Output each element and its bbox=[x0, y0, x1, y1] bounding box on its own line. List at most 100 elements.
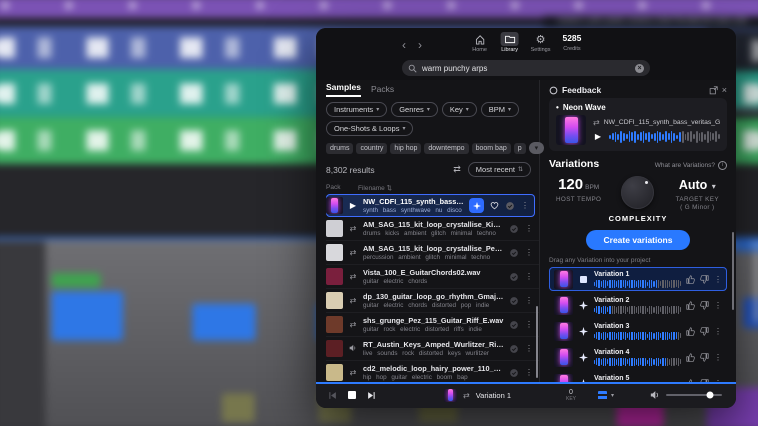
create-variations-icon-button[interactable] bbox=[469, 198, 484, 213]
filter-bpm[interactable]: BPM ▾ bbox=[480, 102, 520, 117]
filter-instruments[interactable]: Instruments ▾ bbox=[326, 102, 388, 117]
sample-row[interactable]: ⇄ dp_130_guitar_loop_go_rhythm_Gmaj.wav … bbox=[326, 289, 539, 313]
variation-row[interactable]: Variation 3 ⋮ bbox=[549, 319, 727, 343]
sample-row[interactable]: ⇄ AM_SAG_115_kit_loop_crystallise_Kick.w… bbox=[326, 217, 539, 241]
variation-waveform[interactable] bbox=[594, 357, 681, 366]
tag-chip[interactable]: hip hop bbox=[390, 142, 422, 154]
search-input[interactable]: warm punchy arps × bbox=[402, 60, 650, 76]
variation-row-active[interactable]: Variation 1 ⋮ bbox=[549, 267, 727, 291]
kebab-menu-icon[interactable]: ⋮ bbox=[714, 301, 722, 310]
nav-forward-button[interactable]: › bbox=[418, 38, 422, 52]
search-clear-button[interactable]: × bbox=[635, 63, 644, 73]
sample-row[interactable]: ⇄ shs_grunge_Pez_115_Guitar_Riff_E.wav g… bbox=[326, 313, 539, 337]
what-are-variations-link[interactable]: What are Variations? i bbox=[655, 161, 727, 170]
thumbs-up-icon[interactable] bbox=[686, 274, 695, 284]
kebab-menu-icon[interactable]: ⋮ bbox=[525, 320, 533, 329]
volume-icon[interactable] bbox=[650, 390, 660, 400]
kebab-menu-icon[interactable]: ⋮ bbox=[525, 248, 533, 257]
sparkle-icon[interactable] bbox=[578, 300, 589, 310]
pack-artwork[interactable] bbox=[326, 220, 343, 237]
pack-artwork[interactable] bbox=[326, 316, 343, 333]
play-icon[interactable]: ▶ bbox=[593, 132, 603, 141]
pack-artwork[interactable] bbox=[326, 292, 343, 309]
heart-icon[interactable] bbox=[490, 201, 499, 210]
tag-chip[interactable]: downtempo bbox=[424, 142, 469, 154]
tab-packs[interactable]: Packs bbox=[371, 84, 394, 97]
loop-icon[interactable]: ⇄ bbox=[463, 391, 470, 400]
tab-samples[interactable]: Samples bbox=[326, 82, 361, 97]
thumbs-down-icon[interactable] bbox=[700, 352, 709, 362]
variation-waveform[interactable] bbox=[594, 331, 681, 340]
thumbs-down-icon[interactable] bbox=[700, 326, 709, 336]
sample-row[interactable]: ⇄ Vista_100_E_GuitarChords02.wav guitar … bbox=[326, 265, 539, 289]
shuffle-icon[interactable]: ⇄ bbox=[453, 164, 461, 175]
previous-icon[interactable] bbox=[328, 391, 337, 400]
kebab-menu-icon[interactable]: ⋮ bbox=[525, 224, 533, 233]
sample-list-scrollbar[interactable] bbox=[536, 306, 538, 378]
column-pack[interactable]: Pack bbox=[326, 184, 358, 192]
filter-key[interactable]: Key ▾ bbox=[441, 102, 477, 117]
kebab-menu-icon[interactable]: ⋮ bbox=[525, 368, 533, 377]
popout-icon[interactable] bbox=[709, 85, 718, 95]
sample-row[interactable]: ⇄ AM_SAG_115_kit_loop_crystallise_Perc.w… bbox=[326, 241, 539, 265]
kebab-menu-icon[interactable]: ⋮ bbox=[525, 296, 533, 305]
stop-icon[interactable] bbox=[578, 275, 589, 283]
nav-back-button[interactable]: ‹ bbox=[402, 38, 406, 52]
sort-dropdown[interactable]: Most recent ⇅ bbox=[467, 162, 531, 177]
kebab-menu-icon[interactable]: ⋮ bbox=[525, 272, 533, 281]
variation-row[interactable]: Variation 4 ⋮ bbox=[549, 345, 727, 369]
stop-button[interactable] bbox=[348, 391, 356, 399]
pack-artwork[interactable] bbox=[326, 268, 343, 285]
sparkle-icon[interactable] bbox=[578, 352, 589, 362]
pack-artwork[interactable] bbox=[326, 340, 343, 357]
downloaded-check-icon[interactable] bbox=[509, 248, 519, 258]
tag-chip[interactable]: country bbox=[356, 142, 388, 154]
complexity-knob[interactable] bbox=[621, 176, 655, 209]
tag-chip[interactable]: p bbox=[513, 142, 526, 154]
kebab-menu-icon[interactable]: ⋮ bbox=[714, 275, 722, 284]
variation-waveform[interactable] bbox=[594, 279, 681, 288]
thumbs-down-icon[interactable] bbox=[700, 274, 709, 284]
nav-library[interactable]: Library bbox=[500, 32, 519, 53]
sample-row[interactable]: RT_Austin_Keys_Amped_Wurlitzer_Riff_39_1… bbox=[326, 337, 539, 361]
downloaded-check-icon[interactable] bbox=[509, 224, 519, 234]
key-dropdown[interactable]: Auto ▾ bbox=[668, 176, 727, 194]
sync-dropdown[interactable]: ▾ bbox=[598, 390, 614, 400]
kebab-menu-icon[interactable]: ⋮ bbox=[714, 327, 722, 336]
sample-waveform[interactable] bbox=[609, 130, 720, 143]
filter-genres[interactable]: Genres ▾ bbox=[391, 102, 438, 117]
sparkle-icon[interactable] bbox=[578, 326, 589, 336]
thumbs-up-icon[interactable] bbox=[686, 300, 695, 310]
volume-slider-thumb[interactable] bbox=[706, 391, 714, 399]
variation-row[interactable]: Variation 2 ⋮ bbox=[549, 293, 727, 317]
downloaded-check-icon[interactable] bbox=[509, 368, 519, 378]
play-icon[interactable]: ▶ bbox=[348, 201, 358, 210]
close-icon[interactable]: × bbox=[722, 85, 727, 95]
filter-oneshots-loops[interactable]: One-Shots & Loops ▾ bbox=[326, 121, 414, 136]
downloaded-check-icon[interactable] bbox=[509, 320, 519, 330]
kebab-menu-icon[interactable]: ⋮ bbox=[714, 353, 722, 362]
downloaded-check-icon[interactable] bbox=[505, 201, 515, 211]
tag-chip[interactable]: drums bbox=[326, 142, 354, 154]
downloaded-check-icon[interactable] bbox=[509, 344, 519, 354]
downloaded-check-icon[interactable] bbox=[509, 272, 519, 282]
credits-indicator[interactable]: 5285 Credits bbox=[562, 32, 581, 52]
kebab-menu-icon[interactable]: ⋮ bbox=[525, 344, 533, 353]
thumbs-up-icon[interactable] bbox=[686, 326, 695, 336]
variations-scrollbar[interactable] bbox=[732, 232, 734, 310]
downloaded-check-icon[interactable] bbox=[509, 296, 519, 306]
next-icon[interactable] bbox=[367, 391, 376, 400]
nav-home[interactable]: Home bbox=[471, 32, 489, 53]
sample-row-selected[interactable]: ▶ NW_CDFI_115_synth_bass_veritas_Gmin.wa… bbox=[326, 194, 535, 217]
tag-chip[interactable]: boom bap bbox=[471, 142, 511, 154]
variation-waveform[interactable] bbox=[594, 305, 681, 314]
pack-artwork[interactable] bbox=[556, 115, 586, 145]
pack-artwork[interactable] bbox=[326, 244, 343, 261]
pack-artwork[interactable] bbox=[326, 197, 343, 214]
key-shift-indicator[interactable]: 0 KEY bbox=[566, 389, 576, 402]
kebab-menu-icon[interactable]: ⋮ bbox=[521, 201, 529, 210]
create-variations-button[interactable]: Create variations bbox=[585, 230, 691, 250]
thumbs-up-icon[interactable] bbox=[686, 352, 695, 362]
nav-settings[interactable]: ⚙ Settings bbox=[531, 32, 551, 54]
volume-slider[interactable] bbox=[666, 391, 722, 399]
